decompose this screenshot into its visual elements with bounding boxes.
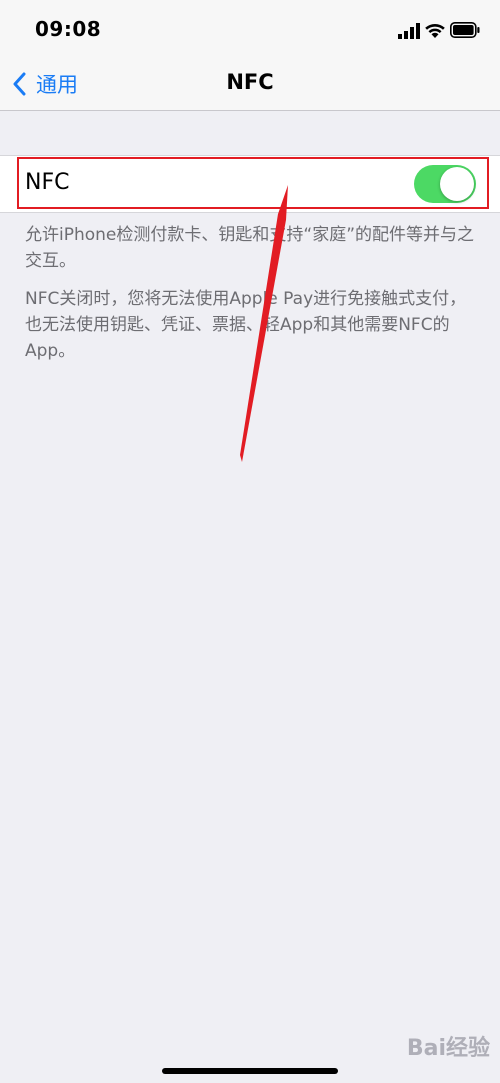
status-time: 09:08 bbox=[35, 17, 102, 41]
navigation-bar: 通用 NFC bbox=[0, 58, 500, 111]
status-bar: 09:08 bbox=[0, 0, 500, 58]
nfc-toggle[interactable] bbox=[414, 165, 476, 203]
nfc-label: NFC bbox=[25, 170, 70, 195]
signal-icon bbox=[398, 23, 420, 39]
page-title: NFC bbox=[226, 70, 274, 94]
wifi-icon bbox=[425, 23, 445, 38]
nfc-setting-row: NFC bbox=[0, 155, 500, 213]
battery-icon bbox=[450, 22, 480, 38]
watermark: Bai经验 bbox=[406, 1036, 490, 1061]
toggle-knob bbox=[440, 167, 474, 201]
nfc-off-description: NFC关闭时，您将无法使用Apple Pay进行免接触式支付，也无法使用钥匙、凭… bbox=[25, 289, 467, 361]
nfc-description: 允许iPhone检测付款卡、钥匙和支持“家庭”的配件等并与之交互。 bbox=[25, 225, 474, 271]
home-indicator[interactable] bbox=[162, 1068, 338, 1074]
